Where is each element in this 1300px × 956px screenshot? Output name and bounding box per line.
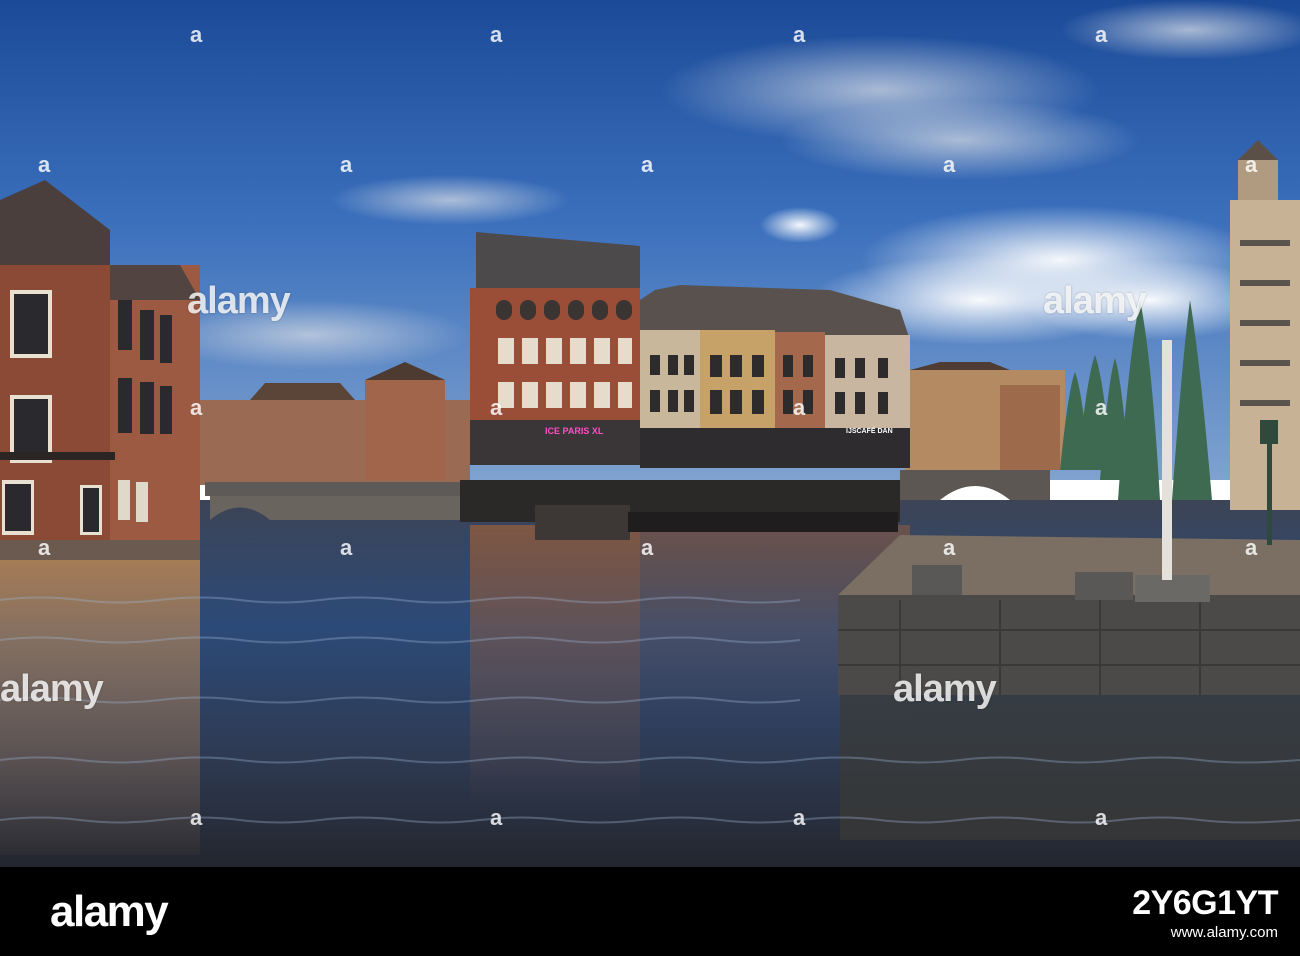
watermark-letter: a bbox=[190, 395, 203, 420]
watermark-letter: a bbox=[38, 152, 51, 177]
stock-footer-bar: alamy 2Y6G1YT www.alamy.com bbox=[0, 867, 1300, 956]
brand-logo[interactable]: alamy bbox=[50, 887, 169, 937]
pink-neon-sign: ICE PARIS XL bbox=[545, 426, 604, 436]
watermark-letter: a bbox=[38, 535, 51, 560]
watermark-letter: a bbox=[490, 395, 503, 420]
image-info: 2Y6G1YT www.alamy.com bbox=[1132, 885, 1278, 941]
watermark-letter: a bbox=[190, 805, 203, 830]
watermark-letter: a bbox=[793, 805, 806, 830]
watermark-letter: a bbox=[340, 152, 353, 177]
watermark-letter: a bbox=[943, 535, 956, 560]
watermark-letter: a bbox=[1095, 805, 1108, 830]
watermark-letter: a bbox=[340, 535, 353, 560]
watermark-brand: alamy bbox=[0, 668, 104, 710]
house-row bbox=[640, 285, 910, 468]
watermark-letter: a bbox=[490, 22, 503, 47]
watermark-brand: alamy bbox=[893, 668, 997, 710]
watermark-letter: a bbox=[793, 22, 806, 47]
canal-photo: ICE PARIS XL IJSCAFÉ DAN alamy alamy ala… bbox=[0, 0, 1300, 867]
watermark-letter: a bbox=[1095, 395, 1108, 420]
watermark-letter: a bbox=[1245, 152, 1258, 177]
watermark-letter: a bbox=[1095, 22, 1108, 47]
watermark-brand: alamy bbox=[187, 280, 291, 322]
image-id: 2Y6G1YT bbox=[1132, 884, 1278, 922]
watermark-letter: a bbox=[190, 22, 203, 47]
canal-scene: ICE PARIS XL IJSCAFÉ DAN bbox=[0, 0, 1300, 867]
watermark-letter: a bbox=[793, 395, 806, 420]
cafe-sign: IJSCAFÉ DAN bbox=[846, 426, 893, 435]
watermark-letter: a bbox=[641, 152, 654, 177]
site-url[interactable]: www.alamy.com bbox=[1132, 924, 1278, 941]
watermark-letter: a bbox=[1245, 535, 1258, 560]
watermark-letter: a bbox=[490, 805, 503, 830]
watermark-letter: a bbox=[943, 152, 956, 177]
watermark-letter: a bbox=[641, 535, 654, 560]
watermark-brand: alamy bbox=[1043, 280, 1147, 322]
